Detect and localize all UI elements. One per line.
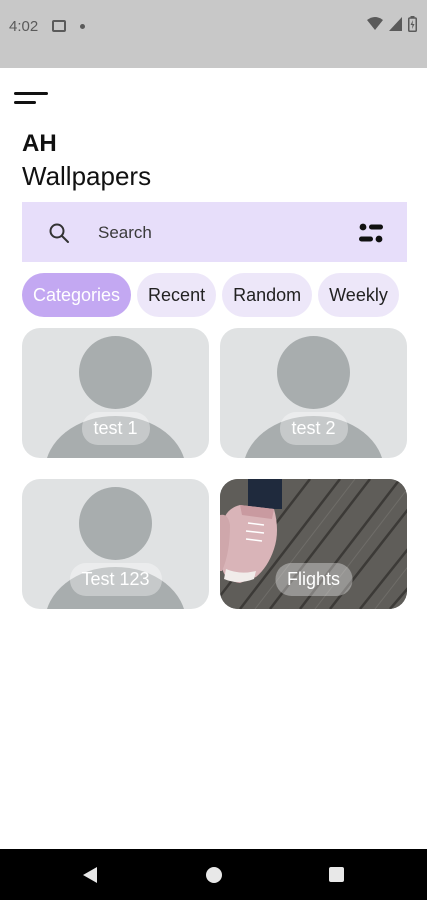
signal-icon	[389, 17, 402, 31]
filter-icon[interactable]	[359, 222, 383, 244]
back-icon[interactable]	[82, 866, 98, 884]
chip-weekly[interactable]: Weekly	[318, 273, 399, 317]
gallery-notification-icon	[52, 20, 66, 32]
category-card-test-123[interactable]: Test 123	[22, 479, 209, 609]
notification-dot-icon	[80, 24, 85, 29]
category-label: Test 123	[69, 563, 162, 596]
system-nav-bar	[0, 849, 427, 900]
category-card-test-1[interactable]: test 1	[22, 328, 209, 458]
menu-button[interactable]	[14, 90, 50, 110]
category-label: test 1	[81, 412, 150, 445]
category-label: Flights	[274, 563, 353, 596]
recent-apps-icon[interactable]	[329, 867, 344, 882]
battery-icon	[408, 16, 417, 32]
status-bar: 4:02	[0, 0, 427, 68]
menu-icon-line	[14, 92, 48, 95]
avatar-placeholder-icon	[277, 336, 350, 409]
category-chips: Categories Recent Random Weekly	[22, 273, 407, 317]
search-bar[interactable]	[22, 202, 407, 262]
app-title-line2: Wallpapers	[22, 161, 152, 191]
menu-icon-line	[14, 101, 36, 104]
home-icon[interactable]	[206, 867, 222, 883]
category-card-flights[interactable]: Flights	[220, 479, 407, 609]
category-card-test-2[interactable]: test 2	[220, 328, 407, 458]
avatar-placeholder-icon	[79, 336, 152, 409]
app-screen: AH Wallpapers CategoriesRecentRandomWeek…	[0, 68, 427, 849]
chip-random[interactable]: Random	[222, 273, 313, 317]
search-icon[interactable]	[48, 222, 70, 244]
avatar-placeholder-icon	[79, 487, 152, 560]
status-icons	[367, 16, 417, 32]
category-label: test 2	[279, 412, 348, 445]
chip-recent[interactable]: Recent	[137, 273, 217, 317]
search-input[interactable]	[98, 220, 338, 246]
wifi-icon	[367, 17, 383, 30]
status-time: 4:02	[9, 18, 39, 35]
chip-categories[interactable]: Categories	[22, 273, 132, 317]
app-title-line1: AH	[22, 130, 57, 157]
